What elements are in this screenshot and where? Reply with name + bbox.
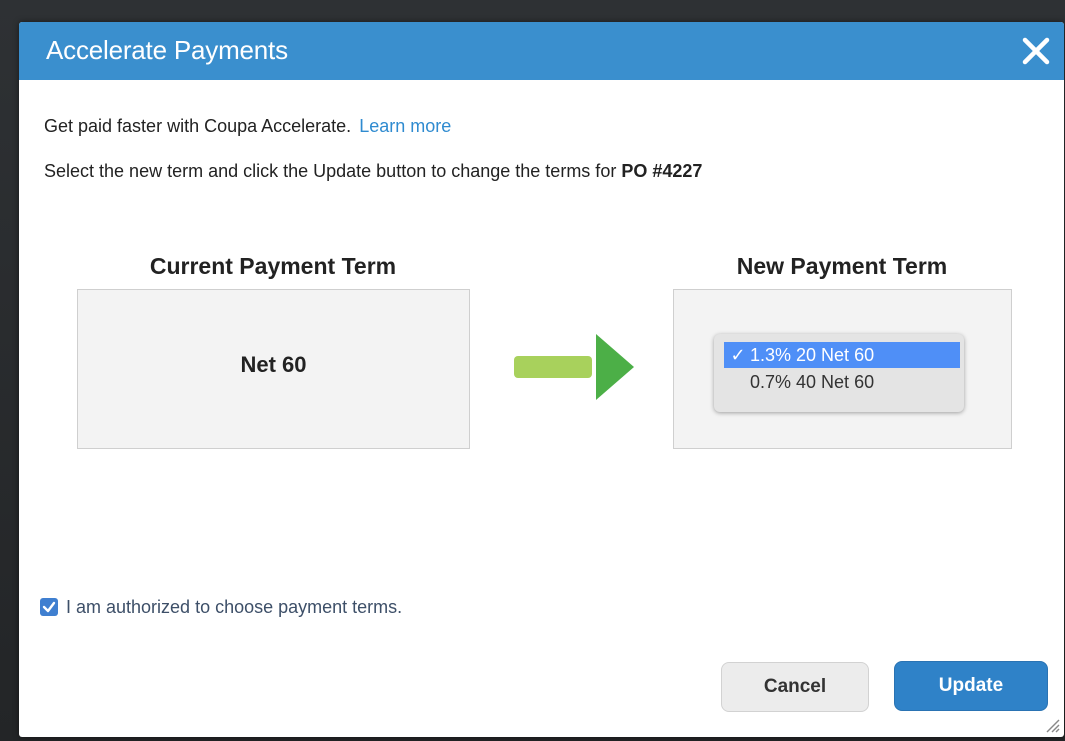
close-icon[interactable] bbox=[1018, 33, 1054, 69]
payment-term-option[interactable]: 0.7% 40 Net 60 bbox=[724, 369, 960, 395]
current-term-heading: Current Payment Term bbox=[149, 253, 397, 279]
authorization-label: I am authorized to choose payment terms. bbox=[66, 597, 403, 617]
instruction-text: Select the new term and click the Update… bbox=[44, 161, 702, 182]
new-term-heading: New Payment Term bbox=[736, 253, 948, 279]
intro-text: Get paid faster with Coupa Accelerate. L… bbox=[44, 116, 451, 137]
intro-sentence: Get paid faster with Coupa Accelerate. bbox=[44, 116, 352, 136]
current-term-value: Net 60 bbox=[240, 352, 307, 377]
new-term-box: ✓ 1.3% 20 Net 60 0.7% 40 Net 60 bbox=[673, 289, 1012, 449]
current-term-box: Net 60 bbox=[77, 289, 470, 449]
right-arrow-icon bbox=[514, 334, 634, 400]
accelerate-payments-dialog: Accelerate Payments Get paid faster with… bbox=[19, 22, 1064, 737]
payment-term-option-selected[interactable]: ✓ 1.3% 20 Net 60 bbox=[724, 342, 960, 368]
checkmark-icon: ✓ bbox=[730, 345, 746, 365]
dialog-header: Accelerate Payments bbox=[19, 22, 1064, 80]
po-number: PO #4227 bbox=[621, 161, 703, 181]
cancel-button[interactable]: Cancel bbox=[721, 662, 869, 712]
option-label: 1.3% 20 Net 60 bbox=[750, 345, 875, 365]
dialog-title: Accelerate Payments bbox=[46, 35, 288, 65]
authorization-checkbox[interactable] bbox=[40, 598, 58, 616]
instruction-sentence: Select the new term and click the Update… bbox=[44, 161, 617, 181]
option-label: 0.7% 40 Net 60 bbox=[750, 372, 875, 392]
update-button[interactable]: Update bbox=[894, 661, 1048, 711]
payment-term-select[interactable]: ✓ 1.3% 20 Net 60 0.7% 40 Net 60 bbox=[714, 334, 964, 412]
resize-grip-icon[interactable] bbox=[1044, 717, 1060, 733]
authorization-row: I am authorized to choose payment terms. bbox=[40, 597, 402, 618]
learn-more-link[interactable]: Learn more bbox=[359, 116, 451, 136]
